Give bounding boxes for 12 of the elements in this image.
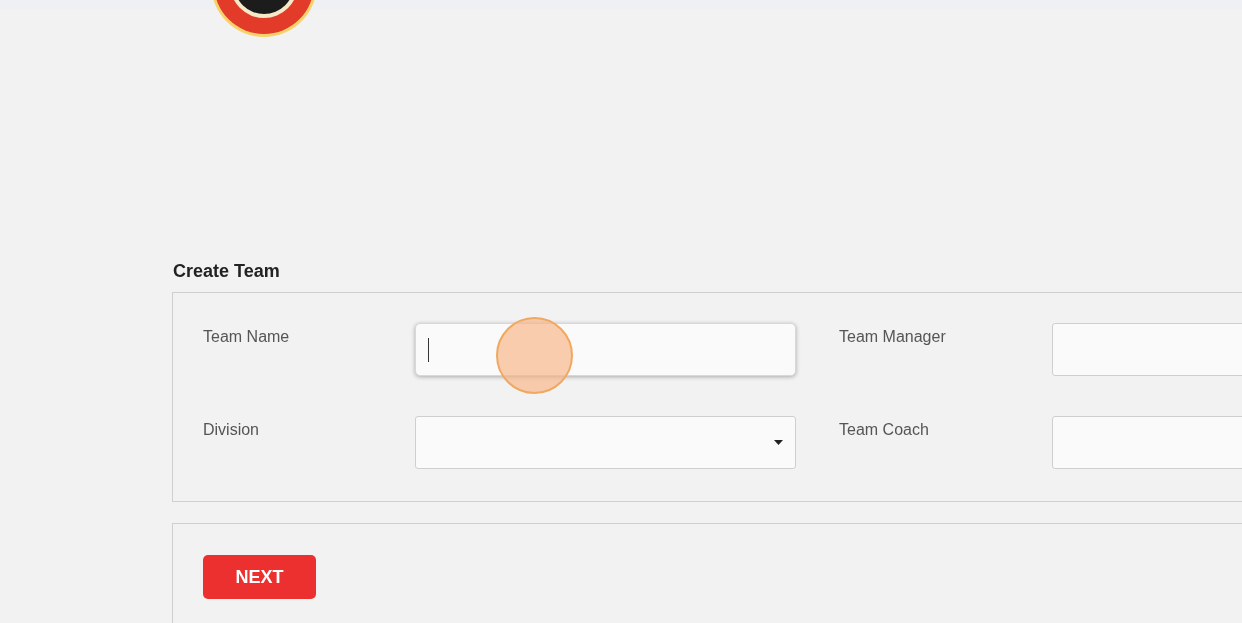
text-field[interactable] <box>1052 323 1242 376</box>
field-label: Team Coach <box>839 420 930 440</box>
division-select[interactable] <box>415 416 796 469</box>
text-cursor <box>428 337 429 362</box>
text-field[interactable] <box>415 323 796 376</box>
field-label: Division <box>203 420 260 440</box>
next-button[interactable]: NEXT <box>203 555 316 599</box>
section-title: Create Team <box>172 260 281 283</box>
text-field[interactable] <box>1052 416 1242 469</box>
field-label: Team Name <box>203 327 291 347</box>
caret-icon <box>774 440 783 445</box>
field-label: Team Manager <box>839 327 947 347</box>
